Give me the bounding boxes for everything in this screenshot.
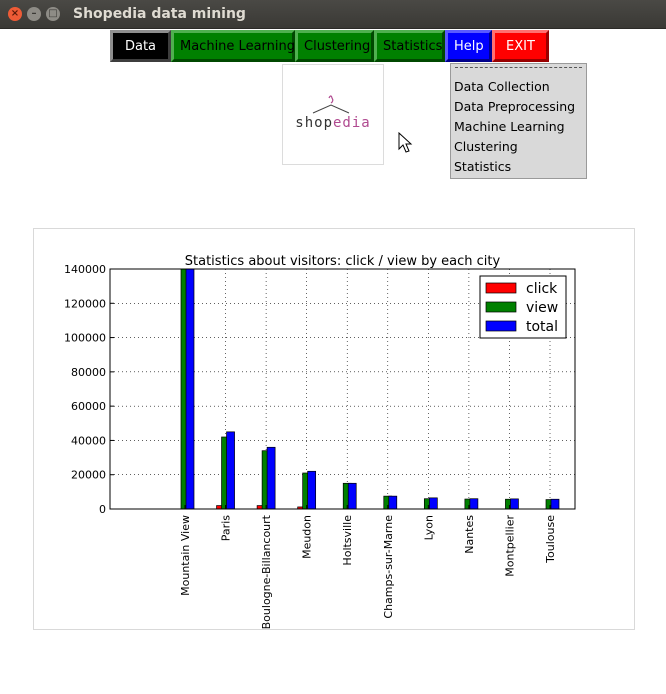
bar-total: [307, 470, 317, 510]
bar-total: [428, 497, 438, 510]
exit-button[interactable]: EXIT: [492, 30, 549, 62]
machine-learning-button[interactable]: Machine Learning: [171, 30, 295, 62]
y-tick-label: 120000: [64, 297, 106, 310]
statistics-button[interactable]: Statistics: [374, 30, 445, 62]
chart-title: Statistics about visitors: click / view …: [185, 254, 501, 269]
shopedia-logo: shopedia: [282, 64, 384, 165]
clustering-button[interactable]: Clustering: [295, 30, 374, 62]
menu-item-machine-learning[interactable]: Machine Learning: [454, 119, 565, 134]
bar-total: [550, 498, 560, 510]
visitors-bar-chart: Statistics about visitors: click / view …: [64, 254, 576, 629]
x-tick-label: Montpellier: [503, 515, 516, 577]
y-tick-label: 100000: [64, 332, 106, 345]
legend-label-click: click: [526, 281, 558, 297]
tearoff-line[interactable]: [455, 67, 582, 68]
x-tick-label: Nantes: [463, 515, 476, 554]
y-tick-label: 20000: [71, 469, 106, 482]
legend-swatch-click: [485, 282, 517, 294]
chart-frame: Statistics about visitors: click / view …: [33, 228, 635, 630]
x-tick-label: Mountain View: [179, 515, 192, 596]
legend-label-view: view: [526, 300, 558, 316]
x-tick-label: Toulouse: [544, 515, 557, 564]
legend-swatch-view: [485, 301, 517, 313]
logo-text-edia: edia: [333, 115, 371, 131]
bar-total: [266, 446, 276, 510]
y-tick-label: 60000: [71, 400, 106, 413]
bar-total: [226, 431, 235, 510]
close-window-icon[interactable]: ×: [8, 7, 22, 21]
x-tick-label: Boulogne-Billancourt: [260, 514, 273, 629]
y-tick-label: 80000: [71, 366, 106, 379]
menu-item-clustering[interactable]: Clustering: [454, 139, 518, 154]
y-tick-label: 0: [99, 503, 106, 516]
bar-total: [347, 482, 357, 510]
x-tick-label: Meudon: [301, 515, 314, 559]
help-dropdown-menu: Data Collection Data Preprocessing Machi…: [450, 63, 587, 179]
x-tick-label: Paris: [220, 515, 233, 541]
mouse-cursor-icon: [398, 132, 413, 153]
menu-item-statistics[interactable]: Statistics: [454, 159, 511, 174]
y-tick-label: 40000: [71, 434, 106, 447]
window-title: Shopedia data mining: [73, 6, 246, 22]
bar-total: [510, 498, 519, 510]
legend-swatch-total: [485, 320, 517, 332]
x-tick-label: Holtsville: [341, 515, 354, 566]
x-tick-label: Champs-sur-Marne: [382, 515, 395, 619]
title-bar: × – □ Shopedia data mining: [0, 0, 666, 29]
menu-item-data-collection[interactable]: Data Collection: [454, 79, 550, 94]
legend-label-total: total: [526, 319, 558, 335]
minimize-window-icon[interactable]: –: [27, 7, 41, 21]
menu-item-data-preprocessing[interactable]: Data Preprocessing: [454, 99, 575, 114]
hanger-icon: [312, 95, 350, 114]
bar-total: [469, 498, 479, 510]
bar-total: [185, 268, 195, 510]
logo-text-shop: shop: [295, 115, 333, 131]
bar-total: [388, 495, 398, 510]
maximize-window-icon[interactable]: □: [46, 7, 60, 21]
help-button[interactable]: Help: [445, 30, 492, 62]
x-tick-label: Lyon: [422, 515, 435, 540]
y-tick-label: 140000: [64, 263, 106, 276]
data-button[interactable]: Data: [110, 30, 171, 62]
menu-bar: Data Machine Learning Clustering Statist…: [110, 30, 549, 62]
